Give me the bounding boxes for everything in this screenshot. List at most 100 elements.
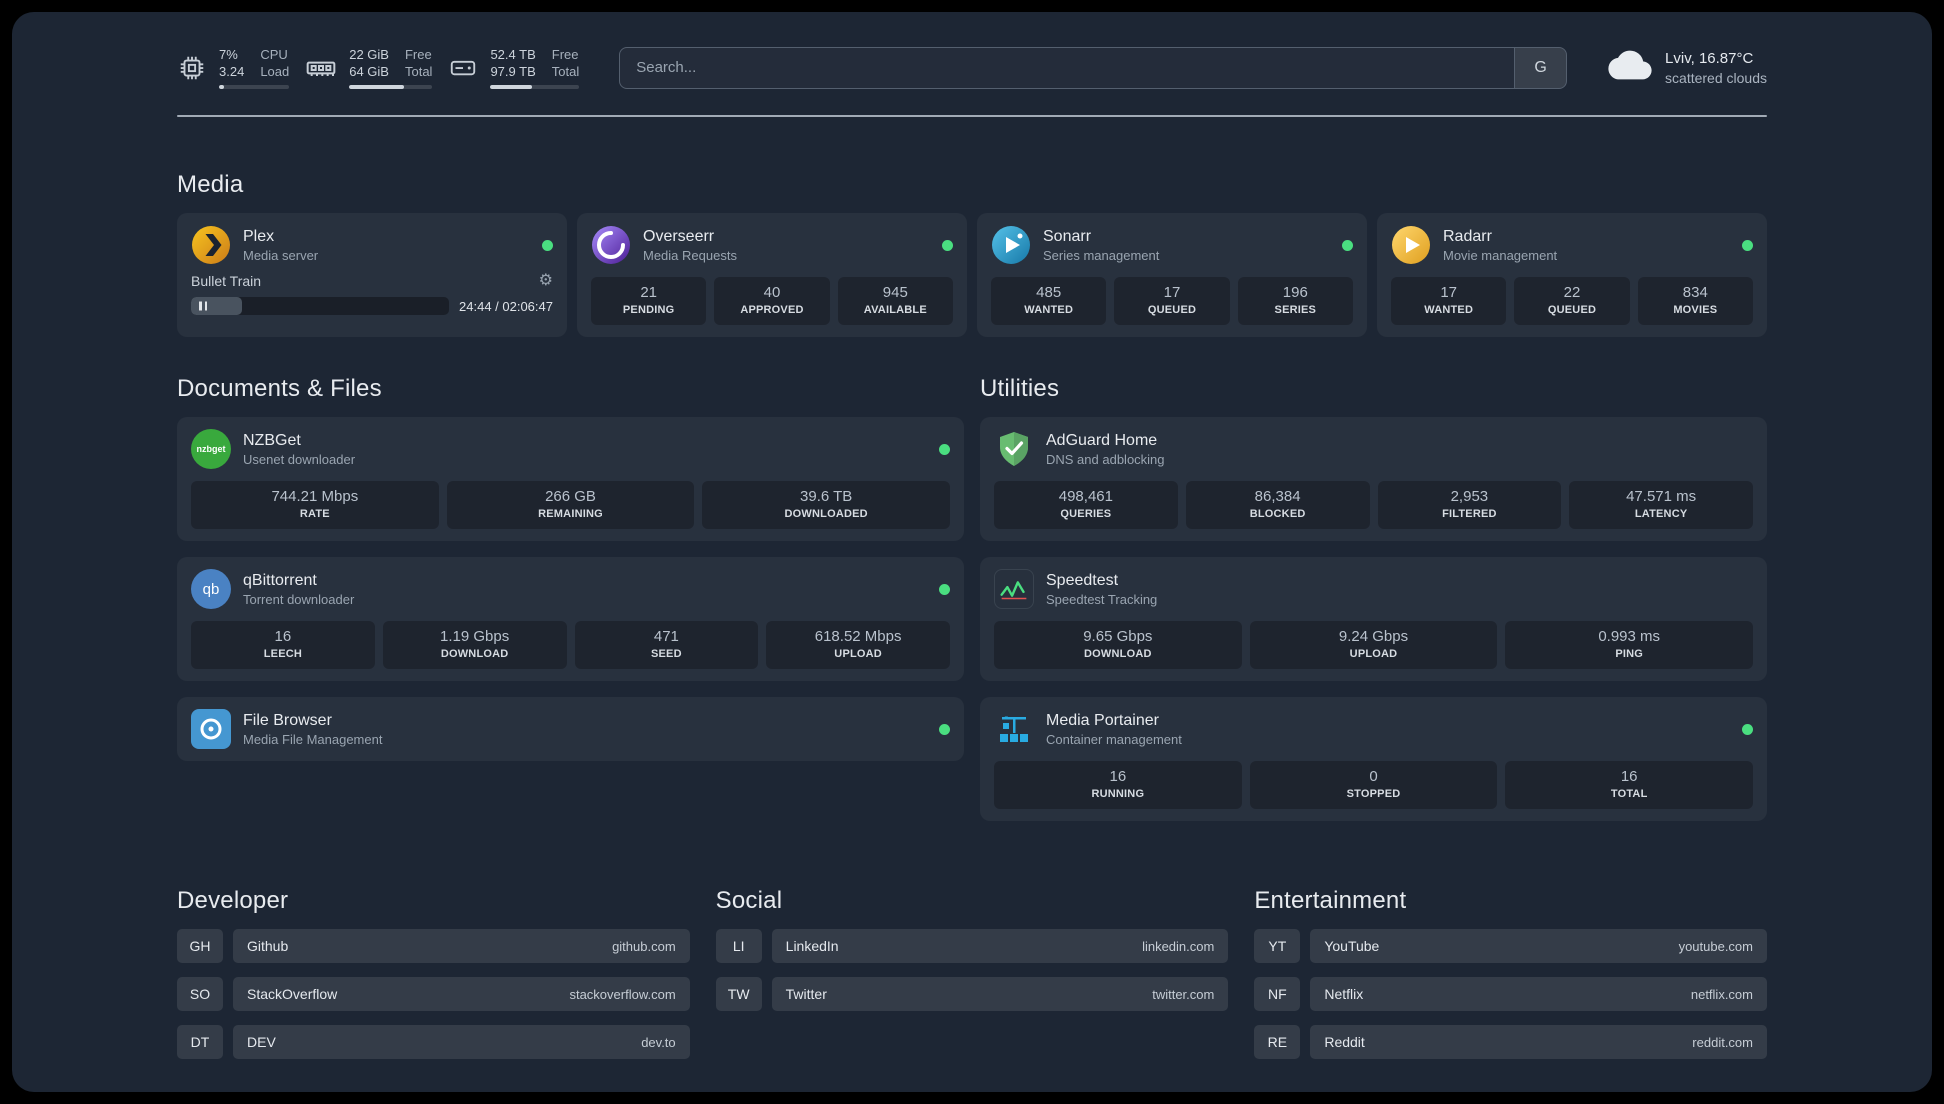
bookmark-github[interactable]: GH Github github.com	[177, 929, 690, 963]
bookmark-name: YouTube	[1324, 938, 1380, 954]
disk-free-label: Free	[551, 47, 579, 62]
pause-icon[interactable]	[199, 301, 207, 311]
disk-free: 52.4 TB	[490, 47, 536, 62]
app-name: NZBGet	[243, 432, 301, 449]
status-dot	[542, 239, 553, 251]
playback-progress-bar[interactable]	[191, 297, 450, 315]
utilities-title: Utilities	[980, 375, 1060, 402]
card-nzbget[interactable]: nzbget NZBGet Usenet downloader 744.21 M…	[177, 417, 964, 541]
cpu-icon	[177, 53, 207, 83]
app-desc: Usenet downloader	[243, 452, 356, 467]
app-desc: Media server	[243, 248, 319, 263]
card-radarr[interactable]: Radarr Movie management 17 WANTED 22 QUE…	[1377, 213, 1767, 337]
bookmark-abbr: YT	[1254, 929, 1301, 963]
status-dot	[942, 239, 953, 251]
section-developer: Developer GH Github github.com SO StackO…	[177, 887, 690, 1073]
filebrowser-icon	[191, 709, 231, 749]
card-overseerr[interactable]: Overseerr Media Requests 21 PENDING 40 A…	[577, 213, 967, 337]
bookmark-linkedin[interactable]: LI LinkedIn linkedin.com	[715, 929, 1229, 963]
bookmark-dev[interactable]: DT DEV dev.to	[177, 1025, 690, 1059]
bookmark-abbr: SO	[177, 977, 223, 1011]
bookmark-url: linkedin.com	[1142, 938, 1215, 954]
stat-queued: 17 QUEUED	[1114, 277, 1230, 325]
section-social: Social LI LinkedIn linkedin.com TW Twitt…	[715, 887, 1229, 1073]
search-input[interactable]	[620, 47, 1515, 88]
stat-series: 196 SERIES	[1237, 277, 1353, 325]
bookmark-name: DEV	[247, 1034, 276, 1050]
bookmark-abbr: LI	[715, 929, 762, 963]
stat-total: 16 TOTAL	[1505, 761, 1754, 809]
cloud-icon	[1607, 47, 1653, 88]
bookmarks-area: Developer GH Github github.com SO StackO…	[177, 887, 1767, 1073]
bookmark-abbr: NF	[1254, 977, 1301, 1011]
stat-queued: 22 QUEUED	[1514, 277, 1630, 325]
card-qbittorrent[interactable]: qb qBittorrent Torrent downloader 16 LEE…	[177, 557, 964, 681]
stat-queries: 498,461 QUERIES	[994, 481, 1178, 529]
documents-title: Documents & Files	[177, 375, 382, 402]
bookmark-abbr: GH	[177, 929, 223, 963]
card-speedtest[interactable]: Speedtest Speedtest Tracking 9.65 Gbps D…	[980, 557, 1767, 681]
status-dot	[1742, 239, 1753, 251]
top-bar: 7% 3.24 CPU Load 22 GiB 64 GiB Free Tota…	[177, 46, 1767, 89]
weather-widget: Lviv, 16.87°C scattered clouds	[1607, 47, 1767, 88]
bookmark-netflix[interactable]: NF Netflix netflix.com	[1254, 977, 1767, 1011]
stat-blocked: 86,384 BLOCKED	[1185, 481, 1370, 529]
stat-stopped: 0 STOPPED	[1249, 761, 1498, 809]
cpu-label: CPU	[260, 47, 288, 62]
entertainment-title: Entertainment	[1254, 887, 1407, 914]
qbittorrent-icon: qb	[191, 569, 231, 609]
bookmark-name: StackOverflow	[247, 986, 338, 1002]
weather-location: Lviv, 16.87°C	[1665, 49, 1754, 67]
app-name: qBittorrent	[243, 572, 317, 589]
card-portainer[interactable]: Media Portainer Container management 16 …	[980, 697, 1767, 821]
bookmark-url: twitter.com	[1152, 986, 1215, 1002]
stat-download: 9.65 Gbps DOWNLOAD	[994, 621, 1242, 669]
settings-gear-icon[interactable]: ⚙	[539, 273, 553, 289]
playback-time: 24:44 / 02:06:47	[459, 298, 553, 314]
bookmark-name: Netflix	[1324, 986, 1364, 1002]
dashboard-root: 7% 3.24 CPU Load 22 GiB 64 GiB Free Tota…	[12, 12, 1932, 1092]
cpu-bar	[219, 85, 290, 89]
cpu-load-label: Load	[260, 64, 290, 79]
stat-movies: 834 MOVIES	[1637, 277, 1753, 325]
bookmark-url: youtube.com	[1678, 938, 1753, 954]
cpu-widget: 7% 3.24 CPU Load	[177, 46, 290, 89]
bookmark-reddit[interactable]: RE Reddit reddit.com	[1254, 1025, 1767, 1059]
card-filebrowser[interactable]: File Browser Media File Management	[177, 697, 964, 761]
memory-icon	[305, 52, 337, 84]
stat-ping: 0.993 ms PING	[1505, 621, 1754, 669]
speedtest-icon	[994, 569, 1034, 609]
social-title: Social	[715, 887, 783, 914]
search-provider-button[interactable]: G	[1514, 47, 1567, 88]
app-name: File Browser	[243, 712, 332, 729]
now-playing-title: Bullet Train	[191, 273, 262, 289]
app-name: AdGuard Home	[1046, 432, 1158, 449]
sonarr-icon	[991, 225, 1031, 265]
stat-wanted: 17 WANTED	[1391, 277, 1507, 325]
bookmark-youtube[interactable]: YT YouTube youtube.com	[1254, 929, 1767, 963]
bookmark-url: netflix.com	[1690, 986, 1753, 1002]
status-dot	[939, 443, 950, 455]
status-dot	[1342, 239, 1353, 251]
card-adguard[interactable]: AdGuard Home DNS and adblocking 498,461 …	[980, 417, 1767, 541]
app-desc: Media File Management	[243, 732, 383, 747]
bookmark-url: dev.to	[641, 1034, 676, 1050]
memory-bar	[349, 85, 433, 89]
bookmark-abbr: RE	[1254, 1025, 1301, 1059]
radarr-icon	[1391, 225, 1431, 265]
memory-total: 64 GiB	[349, 64, 389, 79]
bookmark-stackoverflow[interactable]: SO StackOverflow stackoverflow.com	[177, 977, 690, 1011]
app-desc: Media Requests	[643, 248, 737, 263]
app-desc: Speedtest Tracking	[1046, 592, 1158, 607]
app-desc: Container management	[1046, 732, 1182, 747]
app-name: Speedtest	[1046, 572, 1119, 589]
weather-condition: scattered clouds	[1665, 69, 1767, 86]
card-plex[interactable]: Plex Media server Bullet Train ⚙ 24:44 /…	[177, 213, 567, 337]
plex-icon	[191, 225, 231, 265]
stat-filtered: 2,953 FILTERED	[1377, 481, 1562, 529]
bookmark-twitter[interactable]: TW Twitter twitter.com	[715, 977, 1229, 1011]
disk-total: 97.9 TB	[490, 64, 536, 79]
stat-approved: 40 APPROVED	[714, 277, 830, 325]
card-sonarr[interactable]: Sonarr Series management 485 WANTED 17 Q…	[977, 213, 1367, 337]
bookmark-url: stackoverflow.com	[569, 986, 676, 1002]
